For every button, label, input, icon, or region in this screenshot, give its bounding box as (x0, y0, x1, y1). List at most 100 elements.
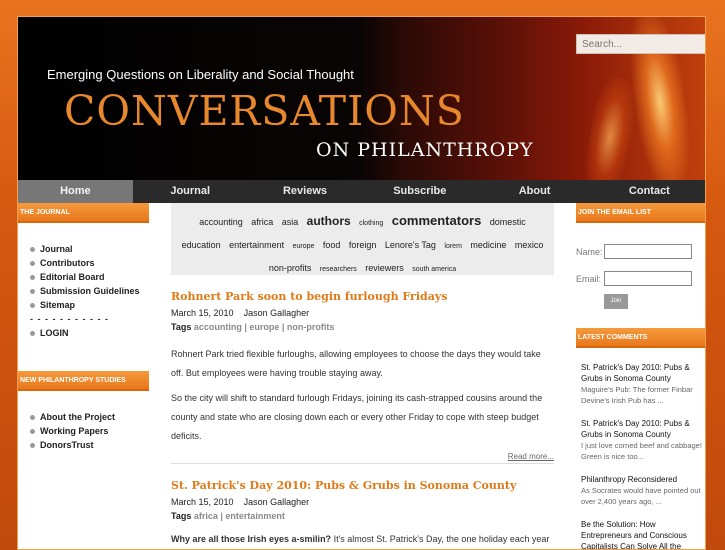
tag-link[interactable]: africa (251, 217, 273, 227)
post-lead-bold: Why are all those Irish eyes a-smilin? (171, 534, 332, 544)
nav-subscribe[interactable]: Subscribe (362, 180, 477, 203)
post-date: March 15, 2010 (171, 497, 234, 507)
email-list-header: JOIN THE EMAIL LIST (576, 203, 705, 223)
bullet-icon (30, 289, 35, 295)
email-row: Email: (576, 271, 705, 286)
comment-item[interactable]: St. Patrick's Day 2010: Pubs & Grubs in … (576, 418, 705, 462)
post-tags-label: Tags (171, 511, 192, 521)
post-title[interactable]: Rohnert Park soon to begin furlough Frid… (171, 290, 554, 308)
site-header: Emerging Questions on Liberality and Soc… (18, 17, 705, 180)
main-nav: Home Journal Reviews Subscribe About Con… (18, 180, 705, 203)
comment-title[interactable]: Be the Solution: How Entrepreneurs and C… (581, 519, 705, 549)
tag-link[interactable]: clothing (359, 220, 383, 227)
tag-cloud: accounting africa asia authors clothing … (171, 203, 554, 275)
sidebar-item-contributors[interactable]: Contributors (30, 256, 149, 270)
sidebar-separator: - - - - - - - - - - - (30, 314, 109, 324)
comment-title[interactable]: St. Patrick's Day 2010: Pubs & Grubs in … (581, 418, 705, 440)
name-field[interactable] (604, 244, 692, 259)
comment-title[interactable]: Philanthropy Reconsidered (581, 474, 705, 485)
journal-section-header: THE JOURNAL (18, 203, 149, 223)
nav-about[interactable]: About (477, 180, 592, 203)
studies-links: About the Project Working Papers DonorsT… (18, 410, 149, 452)
sidebar-item-donorstrust[interactable]: DonorsTrust (30, 438, 149, 452)
bullet-icon (30, 415, 35, 421)
tag-link[interactable]: food (323, 240, 341, 250)
right-sidebar: JOIN THE EMAIL LIST Name: Email: Join LA… (576, 203, 705, 549)
tag-link[interactable]: lorem (444, 243, 462, 250)
post-meta: March 15, 2010 Jason Gallagher (171, 497, 554, 511)
tag-link[interactable]: south america (412, 266, 456, 273)
name-label: Name: (576, 246, 603, 257)
bullet-icon (30, 303, 35, 309)
sidebar-item-label: Journal (40, 244, 73, 254)
email-label: Email: (576, 273, 602, 284)
sidebar-item-editorial-board[interactable]: Editorial Board (30, 270, 149, 284)
post-tags: Tags accounting | europe | non-profits (171, 322, 554, 339)
journal-links: Journal Contributors Editorial Board Sub… (18, 242, 149, 340)
sidebar-item-journal[interactable]: Journal (30, 242, 149, 256)
sidebar-item-login[interactable]: LOGIN (30, 326, 149, 340)
post-tags: Tags africa | entertainment (171, 511, 554, 528)
page-wrapper: Emerging Questions on Liberality and Soc… (17, 16, 706, 550)
site-title[interactable]: CONVERSATIONS (64, 87, 465, 135)
tag-link[interactable]: authors (307, 214, 351, 228)
comment-excerpt: I just love corned beef and cabbage! Gre… (581, 441, 702, 461)
post-title[interactable]: St. Patrick's Day 2010: Pubs & Grubs in … (171, 479, 554, 497)
tag-link[interactable]: medicine (470, 240, 506, 250)
post: Rohnert Park soon to begin furlough Frid… (171, 290, 554, 464)
tag-link[interactable]: domestic (490, 217, 526, 227)
site-tagline: Emerging Questions on Liberality and Soc… (47, 67, 354, 82)
nav-journal[interactable]: Journal (133, 180, 248, 203)
search-input[interactable] (576, 34, 705, 54)
tag-link[interactable]: reviewers (365, 263, 404, 273)
main-content: accounting africa asia authors clothing … (171, 203, 554, 549)
tag-link[interactable]: europe (293, 243, 315, 250)
left-sidebar: THE JOURNAL Journal Contributors Editori… (18, 203, 149, 452)
email-field[interactable] (604, 271, 692, 286)
sidebar-item-label: Contributors (40, 258, 95, 268)
sidebar-item-sitemap[interactable]: Sitemap (30, 298, 149, 312)
sidebar-item-label: Editorial Board (40, 272, 105, 282)
sidebar-item-working-papers[interactable]: Working Papers (30, 424, 149, 438)
nav-home[interactable]: Home (18, 180, 133, 203)
latest-comments-header: LATEST COMMENTS (576, 328, 705, 348)
sidebar-item-label: Working Papers (40, 426, 109, 436)
nav-contact[interactable]: Contact (592, 180, 705, 203)
tag-link[interactable]: Lenore's Tag (385, 240, 436, 250)
bullet-icon (30, 247, 35, 253)
sidebar-item-label: Sitemap (40, 300, 76, 310)
bullet-icon (30, 443, 35, 449)
tag-link[interactable]: entertainment (229, 240, 284, 250)
post-author: Jason Gallagher (243, 497, 310, 507)
site-subtitle: ON PHILANTHROPY (316, 139, 534, 161)
comment-item[interactable]: Be the Solution: How Entrepreneurs and C… (576, 519, 705, 549)
tag-link[interactable]: foreign (349, 240, 377, 250)
post-tag-links[interactable]: africa | entertainment (194, 511, 285, 521)
post-paragraph: So the city will shift to standard furlo… (171, 393, 543, 441)
tag-link[interactable]: non-profits (269, 263, 312, 273)
tag-link[interactable]: education (182, 240, 221, 250)
bullet-icon (30, 275, 35, 281)
sidebar-item-about-project[interactable]: About the Project (30, 410, 149, 424)
tag-link[interactable]: researchers (320, 266, 357, 273)
comment-title[interactable]: St. Patrick's Day 2010: Pubs & Grubs in … (581, 362, 705, 384)
post-tags-label: Tags (171, 322, 192, 332)
sidebar-item-label: About the Project (40, 412, 116, 422)
tag-link[interactable]: commentators (392, 213, 482, 228)
comment-excerpt: Maguire's Pub: The former Finbar Devine'… (581, 385, 693, 405)
nav-reviews[interactable]: Reviews (248, 180, 363, 203)
comment-item[interactable]: St. Patrick's Day 2010: Pubs & Grubs in … (576, 362, 705, 406)
sidebar-item-label: DonorsTrust (40, 440, 94, 450)
tag-link[interactable]: accounting (199, 217, 243, 227)
sidebar-item-label: LOGIN (40, 328, 69, 338)
join-button[interactable]: Join (604, 294, 628, 309)
post-tag-links[interactable]: accounting | europe | non-profits (194, 322, 335, 332)
studies-section-header: NEW PHILANTHROPY STUDIES (18, 371, 149, 391)
post-author: Jason Gallagher (243, 308, 310, 318)
tag-link[interactable]: mexico (515, 240, 544, 250)
tag-link[interactable]: asia (282, 217, 299, 227)
post-paragraph: Rohnert Park tried flexible furloughs, a… (171, 349, 541, 378)
comment-item[interactable]: Philanthropy Reconsidered As Socrates wo… (576, 474, 705, 507)
sidebar-item-submission-guidelines[interactable]: Submission Guidelines (30, 284, 149, 298)
read-more-link[interactable]: Read more... (171, 452, 554, 464)
